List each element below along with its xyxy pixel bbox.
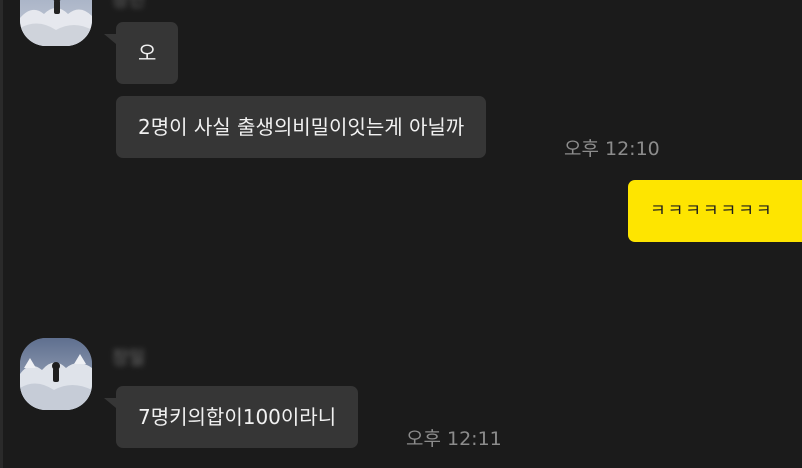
message-bubble[interactable]: 7명키의합이100이라니 <box>116 386 359 448</box>
sender-name: 장인 <box>112 0 146 11</box>
message-time: 오후 12:11 <box>406 428 502 450</box>
message-bubble[interactable]: 2명이 사실 출생의비밀이잇는게 아닐까 <box>116 96 487 158</box>
avatar[interactable] <box>20 0 92 46</box>
sender-name: 장일 <box>112 348 146 369</box>
profile-avatar-image <box>20 0 92 46</box>
profile-avatar-image <box>20 338 92 410</box>
avatar[interactable] <box>20 338 92 410</box>
bubble-tail <box>104 398 116 408</box>
bubble-tail <box>104 34 116 44</box>
my-message-bubble[interactable]: ㅋㅋㅋㅋㅋㅋㅋ <box>628 180 802 242</box>
message-time: 오후 12:10 <box>564 138 660 160</box>
window-left-edge <box>0 0 3 468</box>
message-bubble[interactable]: 오 <box>116 22 179 84</box>
